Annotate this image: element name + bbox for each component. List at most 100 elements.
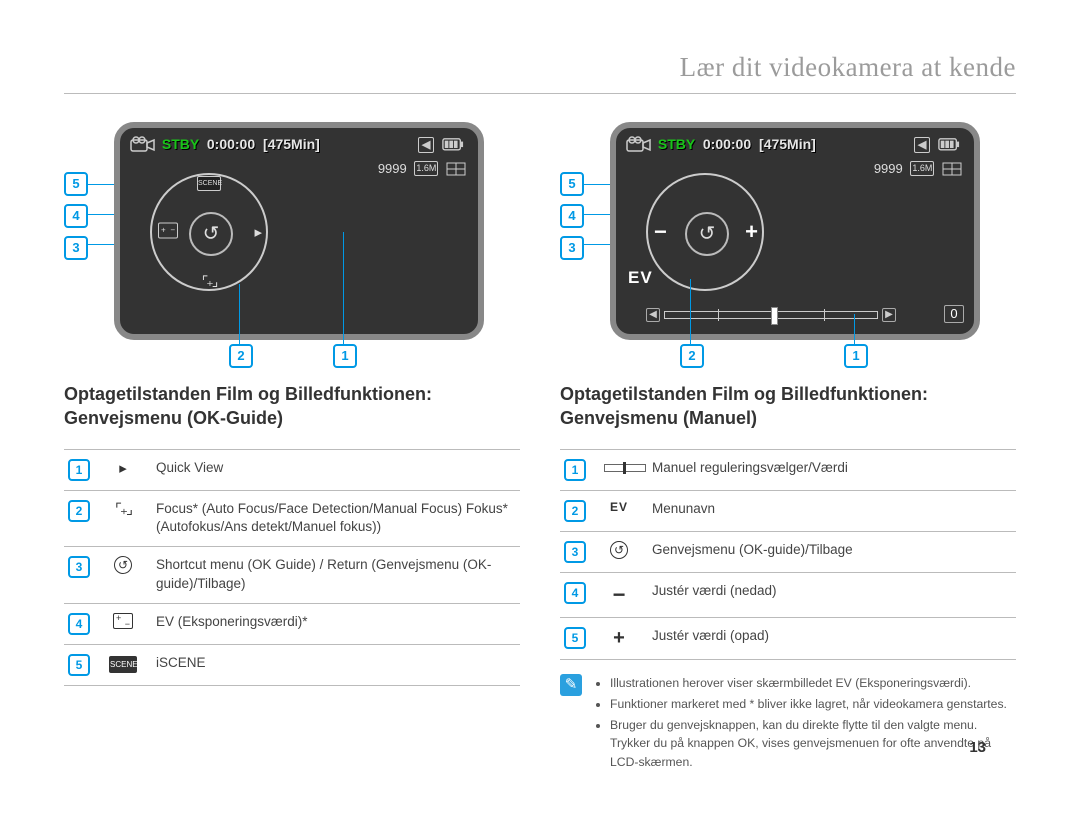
left-heading: Optagetilstanden Film og Billedfunktione… (64, 382, 520, 431)
lcd-screen-left: STBY 0:00:00 [475Min] ◀ 9999 1.6M (114, 122, 484, 340)
wheel-left-ev (158, 223, 178, 242)
timecode-text: 0:00:00 (703, 136, 751, 152)
legend-row: 1 Manuel reguleringsvælger/Værdi (560, 450, 1016, 491)
minutes-text: [475Min] (759, 136, 816, 152)
resolution-badge: 1.6M (910, 161, 934, 176)
play-icon: ▸ (108, 459, 138, 477)
lcd-panel-left: 5 4 3 STBY 0:00:00 [475Min] ◀ (64, 122, 520, 362)
battery-icon (442, 137, 464, 153)
callout-3: 3 (64, 236, 88, 260)
content-columns: 5 4 3 STBY 0:00:00 [475Min] ◀ (64, 122, 1016, 774)
note-indicator-icon: ✎ (560, 674, 582, 696)
card-grid-icon (446, 162, 466, 176)
callout-1: 1 (333, 344, 357, 368)
legend-row: 4 EV (Eksponeringsværdi)* (64, 604, 520, 645)
legend-text: Justér værdi (opad) (652, 627, 1012, 646)
top-right-icons: ◀ (418, 136, 464, 153)
battery-icon (938, 137, 960, 153)
legend-text: Justér værdi (nedad) (652, 582, 1012, 601)
page-title: Lær dit videokamera at kende (680, 52, 1016, 82)
control-wheel-right: ↺ − + (646, 173, 764, 291)
legend-num: 5 (68, 654, 90, 676)
legend-row: 2 ⌜₊⌟ Focus* (Auto Focus/Face Detection/… (64, 491, 520, 548)
ev-label: EV (628, 268, 653, 288)
legend-row: 2 EV Menunavn (560, 491, 1016, 532)
back-icon: ◀ (418, 137, 434, 153)
right-column: 5 4 3 STBY 0:00:00 [475Min] ◀ (560, 122, 1016, 774)
legend-text: Shortcut menu (OK Guide) / Return (Genve… (156, 556, 516, 594)
minutes-text: [475Min] (263, 136, 320, 152)
callout-3: 3 (560, 236, 584, 260)
page-header: Lær dit videokamera at kende (64, 52, 1016, 94)
callout-4: 4 (64, 204, 88, 228)
frame-count: 9999 (874, 161, 903, 176)
legend-row: 3 ↺ Shortcut menu (OK Guide) / Return (G… (64, 547, 520, 604)
return-icon: ↺ (604, 541, 634, 559)
callout-2: 2 (229, 344, 253, 368)
slider-right-icon: ▶ (882, 308, 896, 322)
ev-slider: ◀ ▶ (646, 308, 896, 322)
stby-text: STBY (162, 136, 199, 152)
legend-num: 2 (564, 500, 586, 522)
legend-row: 3 ↺ Genvejsmenu (OK-guide)/Tilbage (560, 532, 1016, 573)
wheel-center-ok: ↺ (685, 212, 729, 256)
callout-5: 5 (64, 172, 88, 196)
lcd-status-row: STBY 0:00:00 [475Min] ◀ (626, 136, 964, 158)
right-legend: 1 Manuel reguleringsvælger/Værdi 2 EV Me… (560, 449, 1016, 660)
slider-bar (664, 311, 878, 319)
callout-2: 2 (680, 344, 704, 368)
return-icon: ↺ (108, 556, 138, 574)
notes-block: ✎ Illustrationen herover viser skærmbill… (560, 674, 1016, 774)
card-grid-icon (942, 162, 962, 176)
back-icon: ◀ (914, 137, 930, 153)
wheel-left-minus: − (654, 219, 667, 245)
legend-text: EV (Eksponeringsværdi)* (156, 613, 516, 632)
lcd-status-row: STBY 0:00:00 [475Min] ◀ (130, 136, 468, 158)
left-legend: 1 ▸ Quick View 2 ⌜₊⌟ Focus* (Auto Focus/… (64, 449, 520, 687)
legend-num: 1 (564, 459, 586, 481)
control-wheel-left: ↺ SCENE ▸ ⌜₊⌟ (150, 173, 268, 291)
legend-num: 4 (564, 582, 586, 604)
legend-row: 5 + Justér værdi (opad) (560, 618, 1016, 660)
lcd-screen-right: STBY 0:00:00 [475Min] ◀ 9999 1.6M (610, 122, 980, 340)
wheel-right-plus: + (745, 219, 758, 245)
note-item: Funktioner markeret med * bliver ikke la… (610, 695, 1016, 713)
legend-num: 3 (68, 556, 90, 578)
legend-row: 1 ▸ Quick View (64, 450, 520, 491)
legend-num: 3 (564, 541, 586, 563)
slider-left-icon: ◀ (646, 308, 660, 322)
lcd-panel-right: 5 4 3 STBY 0:00:00 [475Min] ◀ (560, 122, 1016, 362)
top-right-icons: ◀ (914, 136, 960, 153)
focus-icon: ⌜₊⌟ (108, 500, 138, 518)
callout-5: 5 (560, 172, 584, 196)
ev-icon (108, 613, 138, 633)
legend-text: Manuel reguleringsvælger/Værdi (652, 459, 1012, 478)
wheel-right-play: ▸ (254, 223, 262, 241)
page-number: 13 (969, 739, 986, 756)
legend-text: Quick View (156, 459, 516, 478)
legend-num: 1 (68, 459, 90, 481)
right-heading: Optagetilstanden Film og Billedfunktione… (560, 382, 1016, 431)
plus-icon: + (604, 627, 634, 650)
frame-count: 9999 (378, 161, 407, 176)
lcd-line2: 9999 1.6M (874, 160, 962, 176)
legend-row: 5 SCENE iSCENE (64, 645, 520, 686)
legend-text: Genvejsmenu (OK-guide)/Tilbage (652, 541, 1012, 560)
ev-text-icon: EV (604, 500, 634, 514)
slider-icon (604, 459, 634, 476)
wheel-bottom-focus: ⌜₊⌟ (202, 273, 217, 290)
callout-4: 4 (560, 204, 584, 228)
legend-num: 5 (564, 627, 586, 649)
note-item: Bruger du genvejsknappen, kan du direkte… (610, 716, 1016, 771)
left-callouts-543: 5 4 3 (64, 172, 88, 268)
timecode-text: 0:00:00 (207, 136, 255, 152)
resolution-badge: 1.6M (414, 161, 438, 176)
camera-icon (626, 136, 652, 154)
legend-num: 4 (68, 613, 90, 635)
camera-icon (130, 136, 156, 154)
legend-row: 4 − Justér værdi (nedad) (560, 573, 1016, 618)
wheel-center-ok: ↺ (189, 212, 233, 256)
lcd-line2: 9999 1.6M (378, 160, 466, 176)
minus-icon: − (604, 582, 634, 608)
slider-value: 0 (944, 305, 964, 323)
